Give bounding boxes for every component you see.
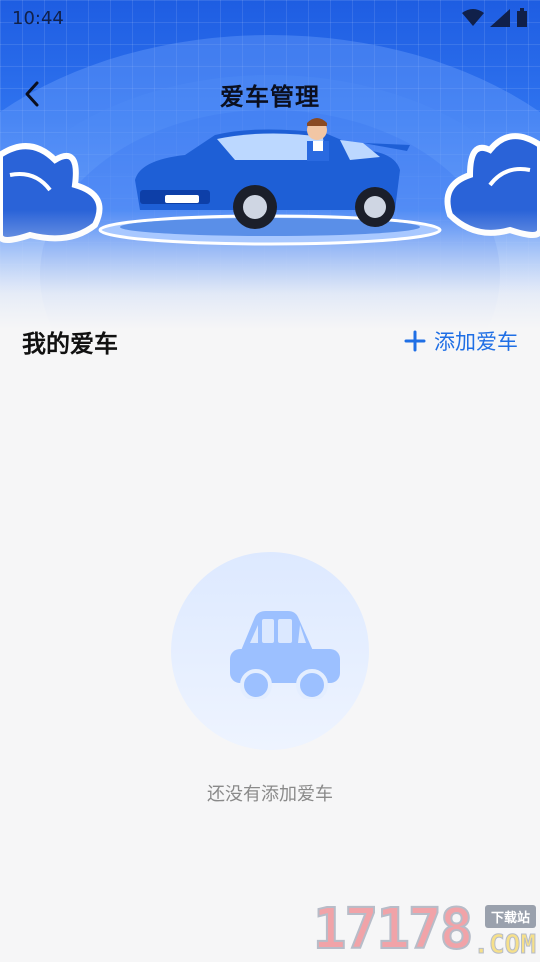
watermark-suffix: .COM <box>473 930 537 960</box>
empty-state-message: 还没有添加爱车 <box>207 784 333 805</box>
section-title: 我的爱车 <box>22 329 118 358</box>
back-button[interactable] <box>14 74 50 114</box>
my-cars-header: 我的爱车 添加爱车 <box>0 318 540 364</box>
battery-icon <box>517 8 527 27</box>
site-watermark: 17178 下载站 .COM <box>312 897 537 962</box>
plus-icon <box>404 330 426 352</box>
status-bar: 10:44 <box>0 0 540 36</box>
car-icon <box>230 611 340 699</box>
status-time: 10:44 <box>12 7 64 29</box>
watermark-number: 17178 <box>312 897 475 962</box>
signal-icon <box>490 9 510 27</box>
chevron-left-icon <box>25 81 39 107</box>
wifi-icon <box>462 9 484 26</box>
car-illustration <box>98 118 442 246</box>
empty-state: 还没有添加爱车 <box>0 552 540 806</box>
watermark-tag: 下载站 <box>484 905 536 928</box>
navigation-bar: 爱车管理 <box>0 66 540 122</box>
empty-state-circle <box>171 552 369 750</box>
add-car-button[interactable]: 添加爱车 <box>404 326 518 356</box>
add-car-label: 添加爱车 <box>434 330 518 354</box>
page-title: 爱车管理 <box>220 82 320 111</box>
